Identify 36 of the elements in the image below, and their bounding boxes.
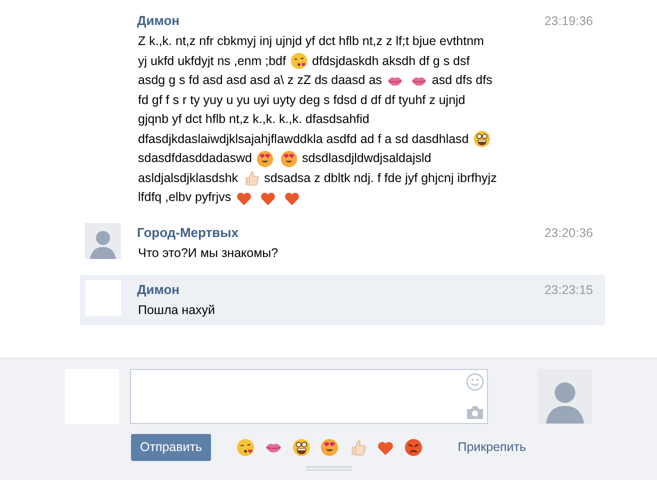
message-time: 23:19:36 <box>544 13 593 30</box>
heart-eyes-face-icon <box>320 438 339 457</box>
author-name[interactable]: Димон <box>137 280 180 299</box>
message-time: 23:20:36 <box>544 225 593 242</box>
smiley-icon[interactable] <box>466 373 484 391</box>
message-text: fd gf f s r ty yuy u yu uyi uyty deg s fdsd d df df tyuhf z ujnjd <box>138 92 466 109</box>
heart-eyes-face-icon <box>280 150 298 168</box>
camera-icon[interactable] <box>466 405 484 420</box>
kissing-face-icon <box>236 438 255 457</box>
message-time: 23:23:15 <box>544 282 593 298</box>
message-text: asd dfs dfs <box>432 72 492 90</box>
heart-eyes-face-icon <box>256 150 274 168</box>
angry-face-icon <box>404 438 423 457</box>
message-text: gjqnb yf dct hflb nt,z k.,k. k.,k. dfasdsahfid <box>138 111 370 128</box>
message-text: Z k.,k. nt,z nfr cbkmyj inj ujnjd yf dct hflb nt,z z lf;t bjue evthtnm <box>138 33 484 50</box>
kissing-face-icon <box>290 52 308 70</box>
message-text: sdsadsa z dbltk ndj. f fde jyf ghjcnj ibrfhyjz <box>264 170 497 187</box>
send-button[interactable]: Отправить <box>131 434 211 461</box>
message-text: dfasdjkdaslaiwdjklsajahjflawddkla asdfd ad f a sd dasdhlasd <box>138 130 469 148</box>
message-text: Что это?И мы знакомы? <box>138 245 278 262</box>
resize-handle-icon[interactable] <box>306 466 352 473</box>
attach-link[interactable]: Прикрепить <box>458 438 526 457</box>
message-text: Пошла нахуй <box>138 302 216 319</box>
message-text: lfdfq ,elbv pyfrjvs <box>138 189 232 206</box>
message-text: asdg g s fd asd asd asd a\ z zZ ds daasd as <box>138 72 382 90</box>
message-input-field[interactable] <box>130 369 488 424</box>
avatar-photo-placeholder[interactable] <box>85 223 121 260</box>
author-name[interactable]: Город-Мертвых <box>137 223 238 243</box>
message-text: dfdsjdaskdh aksdh df g s dsf <box>312 52 470 70</box>
grinning-face-icon <box>292 438 311 457</box>
grinning-face-icon <box>472 130 491 148</box>
message-text: sdasdfdasddadaswd <box>138 150 252 168</box>
message-text: asldjalsdjklasdshk <box>138 170 238 187</box>
message-text: yj ukfd ukfdyjt ns ,enm ;bdf <box>138 52 286 70</box>
author-name[interactable]: Димон <box>137 11 180 30</box>
message-text: sdsdlasdjldwdjsaldajsld <box>302 150 432 168</box>
